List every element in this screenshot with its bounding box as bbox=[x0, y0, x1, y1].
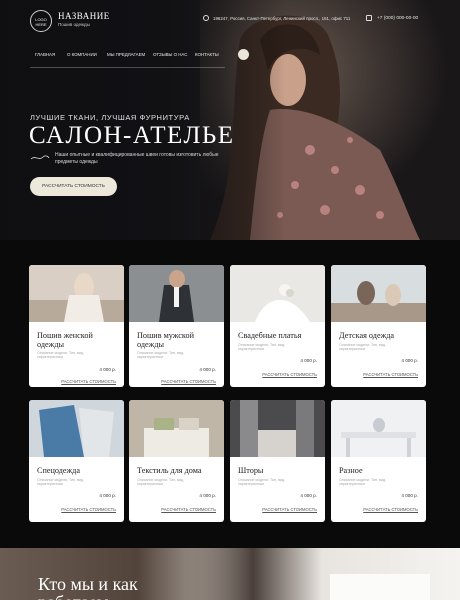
card-calc-link[interactable]: РАССЧИТАТЬ СТОИМОСТЬ bbox=[262, 507, 317, 512]
card-calc-link[interactable]: РАССЧИТАТЬ СТОИМОСТЬ bbox=[61, 507, 116, 512]
services-section: Пошив женской одежды Описание модели. Ти… bbox=[0, 240, 460, 548]
card-image bbox=[129, 400, 224, 457]
about-title-line1: Кто мы и как bbox=[38, 574, 138, 594]
card-calc-link[interactable]: РАССЧИТАТЬ СТОИМОСТЬ bbox=[363, 372, 418, 377]
about-title-line2: работаем bbox=[38, 592, 108, 600]
card-description: Описание модели. Тип, вид, характеристик… bbox=[238, 343, 286, 352]
card-description: Описание модели. Тип, вид, характеристик… bbox=[137, 351, 185, 360]
hero-tagline: ЛУЧШИЕ ТКАНИ, ЛУЧШАЯ ФУРНИТУРА bbox=[30, 113, 190, 122]
service-card[interactable]: Детская одежда Описание модели. Тип, вид… bbox=[331, 265, 426, 387]
card-title: Пошив женской одежды bbox=[37, 331, 93, 349]
card-image bbox=[331, 400, 426, 457]
card-price: 4 000 р. bbox=[199, 367, 216, 372]
card-price: 4 000 р. bbox=[99, 493, 116, 498]
card-title: Текстиль для дома bbox=[137, 466, 202, 475]
hero-section: LOGO HERE НАЗВАНИЕ Пошив одежды 196247, … bbox=[0, 0, 460, 240]
ornament-icon bbox=[30, 155, 50, 160]
card-price: 4 000 р. bbox=[300, 493, 317, 498]
about-section: Кто мы и как работаем bbox=[0, 548, 460, 600]
card-image bbox=[230, 400, 325, 457]
card-price: 4 000 р. bbox=[99, 367, 116, 372]
phone-link[interactable]: +7 (000) 000-00-00 bbox=[377, 16, 418, 21]
service-card[interactable]: Текстиль для дома Описание модели. Тип, … bbox=[129, 400, 224, 522]
service-card[interactable]: Шторы Описание модели. Тип, вид, характе… bbox=[230, 400, 325, 522]
brand-subtitle: Пошив одежды bbox=[58, 22, 90, 27]
card-image bbox=[331, 265, 426, 322]
card-title: Разное bbox=[339, 466, 363, 475]
card-description: Описание модели. Тип, вид, характеристик… bbox=[37, 478, 85, 487]
card-price: 4 000 р. bbox=[199, 493, 216, 498]
card-title: Свадебные платья bbox=[238, 331, 302, 340]
service-card[interactable]: Свадебные платья Описание модели. Тип, в… bbox=[230, 265, 325, 387]
card-title: Пошив мужской одежды bbox=[137, 331, 194, 349]
card-description: Описание модели. Тип, вид, характеристик… bbox=[238, 478, 286, 487]
main-nav: ГЛАВНАЯ О КОМПАНИИ МЫ ПРЕДЛАГАЕМ ОТЗЫВЫ … bbox=[30, 48, 430, 62]
nav-item-reviews[interactable]: ОТЗЫВЫ О НАС bbox=[153, 52, 187, 57]
service-card[interactable]: Спецодежда Описание модели. Тип, вид, ха… bbox=[29, 400, 124, 522]
card-price: 4 000 р. bbox=[300, 358, 317, 363]
logo-subtext: HERE bbox=[35, 22, 47, 27]
card-title: Спецодежда bbox=[37, 466, 80, 475]
hero-title: САЛОН-АТЕЛЬЕ bbox=[29, 122, 235, 149]
card-calc-link[interactable]: РАССЧИТАТЬ СТОИМОСТЬ bbox=[61, 379, 116, 384]
address-text: 196247, Россия, Санкт-Петербург, Ленинск… bbox=[213, 16, 351, 21]
nav-item-home[interactable]: ГЛАВНАЯ bbox=[35, 52, 55, 57]
card-description: Описание модели. Тип, вид, характеристик… bbox=[37, 351, 85, 360]
card-image bbox=[29, 265, 124, 322]
card-image bbox=[129, 265, 224, 322]
phone-icon bbox=[366, 15, 372, 21]
hero-description: Наши опытные и квалифицированные швеи го… bbox=[55, 152, 219, 165]
card-image bbox=[29, 400, 124, 457]
calculate-cost-button[interactable]: РАССЧИТАТЬ СТОИМОСТЬ bbox=[30, 177, 117, 196]
card-description: Описание модели. Тип, вид, характеристик… bbox=[137, 478, 185, 487]
brand-name: НАЗВАНИЕ bbox=[58, 11, 110, 21]
card-price: 4 000 р. bbox=[401, 493, 418, 498]
nav-item-about[interactable]: О КОМПАНИИ bbox=[67, 52, 97, 57]
nav-item-offer[interactable]: МЫ ПРЕДЛАГАЕМ bbox=[107, 52, 145, 57]
card-description: Описание модели. Тип, вид, характеристик… bbox=[339, 478, 387, 487]
service-card[interactable]: Пошив мужской одежды Описание модели. Ти… bbox=[129, 265, 224, 387]
card-title: Шторы bbox=[238, 466, 264, 475]
nav-divider bbox=[30, 67, 225, 68]
nav-round-button[interactable] bbox=[238, 49, 249, 60]
logo[interactable]: LOGO HERE bbox=[30, 10, 52, 32]
card-title: Детская одежда bbox=[339, 331, 395, 340]
card-price: 4 000 р. bbox=[401, 358, 418, 363]
nav-item-contacts[interactable]: КОНТАКТЫ bbox=[195, 52, 219, 57]
about-title: Кто мы и как работаем bbox=[38, 575, 138, 600]
card-image bbox=[230, 265, 325, 322]
service-card[interactable]: Разное Описание модели. Тип, вид, характ… bbox=[331, 400, 426, 522]
about-image bbox=[330, 574, 430, 600]
card-calc-link[interactable]: РАССЧИТАТЬ СТОИМОСТЬ bbox=[363, 507, 418, 512]
card-calc-link[interactable]: РАССЧИТАТЬ СТОИМОСТЬ bbox=[161, 507, 216, 512]
card-calc-link[interactable]: РАССЧИТАТЬ СТОИМОСТЬ bbox=[161, 379, 216, 384]
location-icon bbox=[203, 15, 209, 21]
card-description: Описание модели. Тип, вид, характеристик… bbox=[339, 343, 387, 352]
service-card[interactable]: Пошив женской одежды Описание модели. Ти… bbox=[29, 265, 124, 387]
card-calc-link[interactable]: РАССЧИТАТЬ СТОИМОСТЬ bbox=[262, 372, 317, 377]
